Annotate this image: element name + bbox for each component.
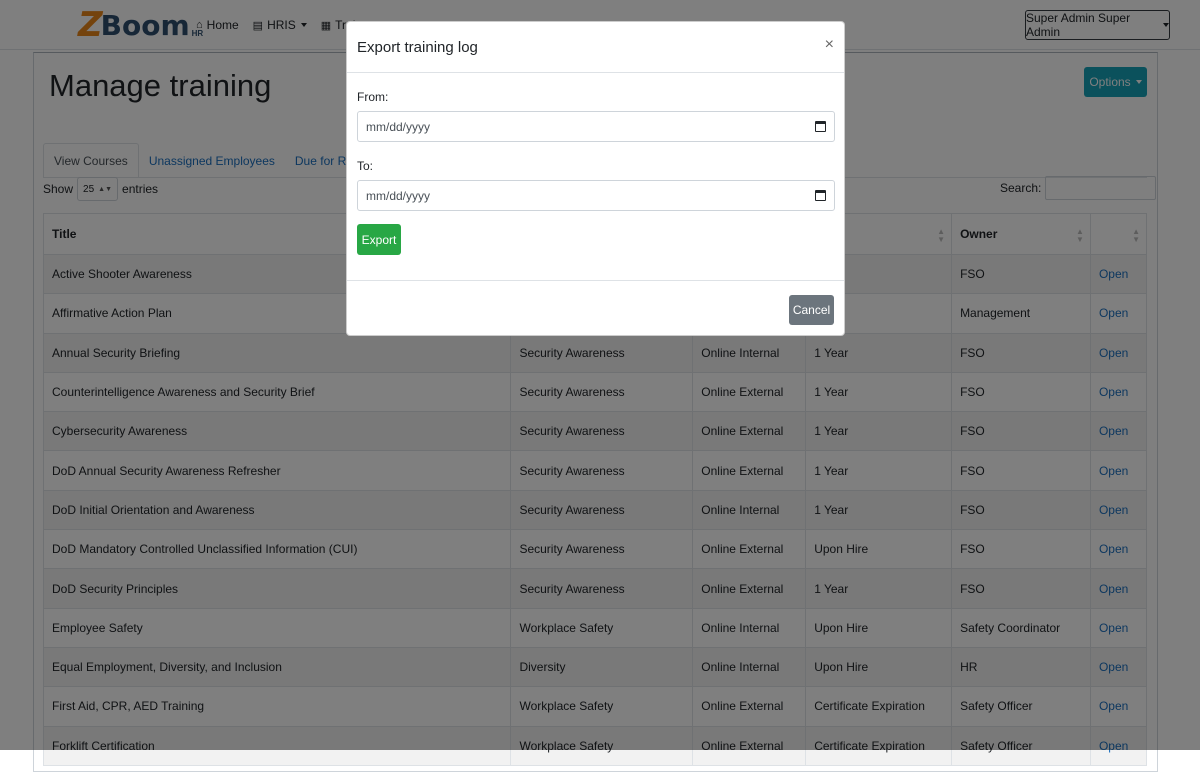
modal-header: Export training log × [347,22,844,73]
cancel-button[interactable]: Cancel [789,295,834,325]
calendar-icon[interactable] [815,190,826,201]
to-date-input[interactable]: mm/dd/yyyy [357,180,835,211]
export-training-log-modal: Export training log × From: mm/dd/yyyy T… [346,21,845,336]
from-date-placeholder: mm/dd/yyyy [366,119,431,134]
export-button[interactable]: Export [357,224,401,255]
calendar-icon[interactable] [815,121,826,132]
modal-body: From: mm/dd/yyyy To: mm/dd/yyyy Export [347,73,844,281]
from-date-input[interactable]: mm/dd/yyyy [357,111,835,142]
modal-title: Export training log [357,38,478,56]
to-date-placeholder: mm/dd/yyyy [366,188,431,203]
from-label: From: [357,90,389,104]
close-icon[interactable]: × [825,37,834,53]
modal-footer: Cancel [347,280,844,336]
to-label: To: [357,159,374,173]
